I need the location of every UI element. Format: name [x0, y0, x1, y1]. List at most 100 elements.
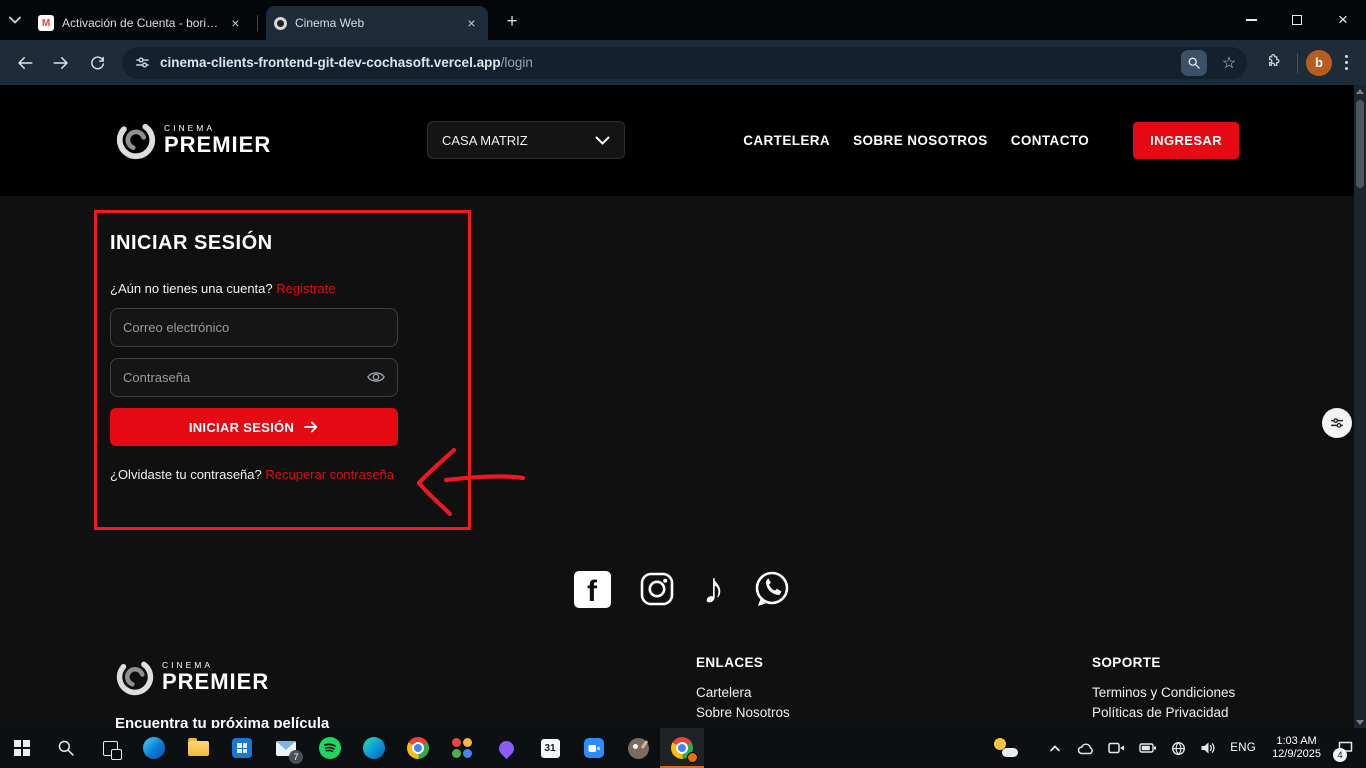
nav-sobre-nosotros[interactable]: SOBRE NOSOTROS — [853, 133, 988, 148]
scroll-up-arrow[interactable] — [1354, 85, 1366, 97]
battery-indicator[interactable] — [1132, 728, 1164, 768]
edge-beta-icon — [363, 737, 385, 759]
scroll-down-arrow[interactable] — [1354, 716, 1366, 728]
sliders-icon — [1329, 415, 1345, 431]
profile-avatar[interactable]: b — [1306, 50, 1332, 76]
tab-close-icon[interactable]: × — [463, 15, 480, 32]
bookmark-star-icon[interactable]: ☆ — [1216, 53, 1242, 73]
task-view-button[interactable] — [88, 728, 132, 768]
minimize-button[interactable] — [1228, 0, 1274, 40]
edge-icon — [143, 737, 165, 759]
forward-button[interactable] — [44, 46, 78, 80]
tab-title: Activación de Cuenta - borisscr — [62, 16, 219, 30]
instagram-icon[interactable] — [637, 569, 677, 609]
nav-cartelera[interactable]: CARTELERA — [743, 133, 830, 148]
password-input[interactable] — [110, 358, 398, 397]
footer-link-sobre-nosotros[interactable]: Sobre Nosotros — [696, 703, 790, 723]
footer-link-terminos[interactable]: Terminos y Condiciones — [1092, 683, 1235, 703]
address-bar[interactable]: cinema-clients-frontend-git-dev-cochasof… — [122, 47, 1247, 79]
back-button[interactable] — [8, 46, 42, 80]
password-visibility-toggle[interactable] — [366, 368, 386, 391]
premier-logo-icon — [115, 119, 157, 161]
volume-indicator[interactable] — [1193, 728, 1223, 768]
chevron-down-icon — [595, 136, 610, 145]
reload-button[interactable] — [80, 46, 114, 80]
back-icon — [16, 54, 34, 72]
footer-link-privacidad[interactable]: Políticas de Privacidad — [1092, 703, 1235, 723]
app-icon-zoom[interactable] — [572, 728, 616, 768]
app-icon-chrome-active[interactable] — [660, 728, 704, 768]
meet-now-button[interactable] — [1101, 728, 1132, 768]
clock-date: 12/9/2025 — [1272, 748, 1321, 761]
arrow-right-icon — [303, 420, 319, 434]
app-icon-spotify[interactable] — [308, 728, 352, 768]
app-icon-store[interactable] — [220, 728, 264, 768]
tab-strip: M Activación de Cuenta - borisscr × Cine… — [0, 0, 1366, 40]
page-viewport: CINEMA PREMIER CASA MATRIZ CARTELERA SOB… — [0, 85, 1366, 728]
onedrive-button[interactable] — [1069, 728, 1101, 768]
footer-logo[interactable]: CINEMA PREMIER — [115, 657, 269, 697]
facebook-icon[interactable]: f — [574, 571, 611, 608]
whatsapp-icon[interactable] — [751, 568, 793, 610]
app-icon-mail[interactable]: 7 — [264, 728, 308, 768]
premier-logo-icon — [115, 657, 155, 697]
new-tab-button[interactable]: + — [498, 8, 526, 36]
signup-line: ¿Aún no tienes una cuenta? Registrate — [110, 281, 336, 296]
site-logo[interactable]: CINEMA PREMIER — [115, 119, 271, 161]
battery-icon — [1139, 742, 1157, 754]
zoom-icon — [584, 738, 604, 758]
action-center-button[interactable]: 4 — [1330, 728, 1364, 768]
app-icon-edge-beta[interactable] — [352, 728, 396, 768]
clock-time: 1:03 AM — [1276, 735, 1316, 748]
close-window-button[interactable]: × — [1320, 0, 1366, 40]
gmail-favicon: M — [38, 15, 54, 31]
ingresar-button[interactable]: INGRESAR — [1133, 122, 1239, 159]
page-scrollbar[interactable] — [1354, 85, 1366, 728]
app-icon-chrome[interactable] — [396, 728, 440, 768]
main-nav: CARTELERA SOBRE NOSOTROS CONTACTO INGRES… — [743, 85, 1239, 196]
app-icon-colorful[interactable] — [440, 728, 484, 768]
app-icon-calendar[interactable]: 31 — [528, 728, 572, 768]
app-icon-gimp[interactable] — [616, 728, 660, 768]
tiktok-icon[interactable]: ♪ — [703, 567, 725, 611]
login-submit-button[interactable]: INICIAR SESIÓN — [110, 408, 398, 446]
weather-button[interactable] — [985, 728, 1027, 768]
camera-icon — [1108, 742, 1125, 754]
browser-toolbar: cinema-clients-frontend-git-dev-cochasof… — [0, 40, 1366, 85]
task-view-icon — [103, 741, 118, 756]
branch-selector[interactable]: CASA MATRIZ — [427, 121, 625, 159]
footer-link-cartelera[interactable]: Cartelera — [696, 683, 790, 703]
floating-widget-button[interactable] — [1322, 408, 1352, 438]
nav-contacto[interactable]: CONTACTO — [1011, 133, 1089, 148]
zoom-indicator-button[interactable] — [1181, 50, 1207, 76]
hidden-icons-button[interactable] — [1041, 728, 1069, 768]
brand-text: CINEMA PREMIER — [162, 660, 269, 695]
browser-menu-button[interactable] — [1334, 46, 1358, 80]
recover-password-link[interactable]: Recuperar contraseña — [265, 467, 394, 482]
speaker-icon — [1200, 741, 1216, 755]
spotify-icon — [319, 737, 341, 759]
tab-title: Cinema Web — [295, 16, 455, 30]
app-icon-purple-drop[interactable] — [484, 728, 528, 768]
network-indicator[interactable] — [1164, 728, 1193, 768]
maximize-button[interactable] — [1274, 0, 1320, 40]
tab-close-icon[interactable]: × — [227, 15, 244, 32]
app-icon-file-explorer[interactable] — [176, 728, 220, 768]
start-button[interactable] — [0, 728, 44, 768]
tab-cinema-web[interactable]: Cinema Web × — [266, 6, 488, 40]
tab-gmail[interactable]: M Activación de Cuenta - borisscr × — [30, 6, 252, 40]
site-settings-icon — [134, 54, 151, 71]
system-tray: ENG 1:03 AM 12/9/2025 4 — [985, 728, 1366, 768]
language-indicator[interactable]: ENG — [1223, 728, 1263, 768]
email-input[interactable] — [110, 308, 398, 347]
app-icon-edge[interactable] — [132, 728, 176, 768]
taskbar-clock[interactable]: 1:03 AM 12/9/2025 — [1263, 728, 1330, 768]
search-button[interactable] — [44, 728, 88, 768]
scrollbar-thumb[interactable] — [1356, 100, 1364, 188]
notification-badge: 4 — [1333, 748, 1347, 762]
tab-search-button[interactable] — [0, 0, 30, 40]
extensions-button[interactable] — [1255, 46, 1289, 80]
register-link[interactable]: Registrate — [276, 281, 335, 296]
mail-badge: 7 — [289, 750, 303, 764]
cinema-favicon — [274, 17, 287, 30]
